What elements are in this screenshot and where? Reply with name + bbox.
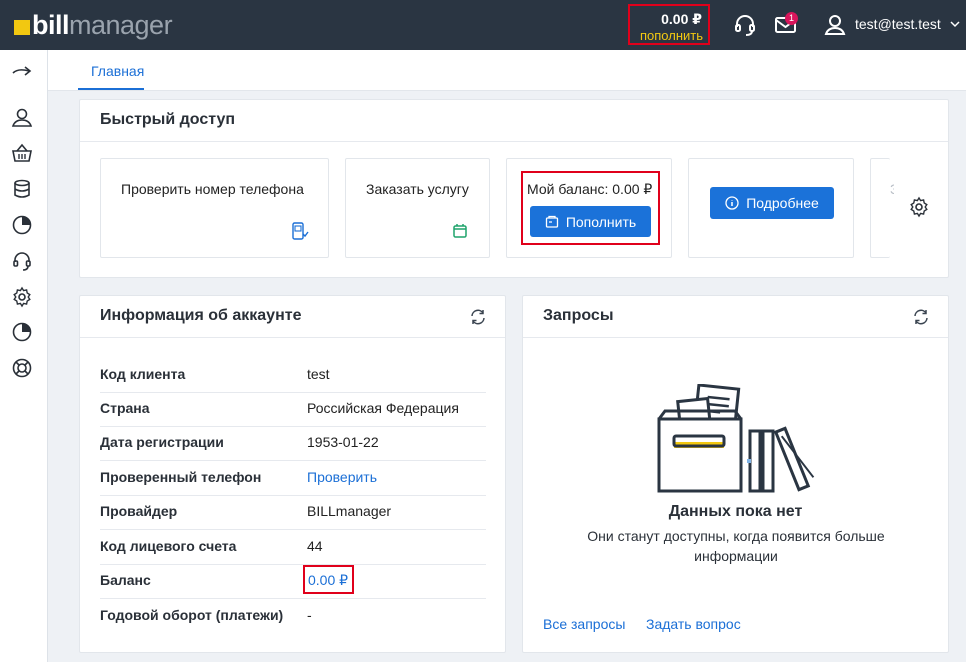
account-info-title: Информация об аккаунте <box>100 307 302 324</box>
sidebar-account-icon[interactable] <box>11 106 33 128</box>
tile-check-phone-label: Проверить номер телефона <box>121 181 304 197</box>
empty-state-title: Данных пока нет <box>668 503 803 520</box>
user-icon[interactable] <box>822 12 848 38</box>
requests-card: Запросы Данных пока нет Они станут досту… <box>522 295 949 653</box>
requests-title: Запросы <box>543 307 614 324</box>
highlight-balance-tile <box>521 171 660 245</box>
header-balance-amount: 0.00 ₽ <box>661 11 702 27</box>
notification-badge: 1 <box>785 12 798 25</box>
chevron-down-icon[interactable] <box>950 20 960 28</box>
header-balance[interactable]: 0.00 ₽ пополнить <box>628 4 710 45</box>
top-bar: bill manager 0.00 ₽ пополнить 1 test@test… <box>0 0 966 50</box>
info-value: Российская Федерация <box>307 400 459 416</box>
card-divider <box>80 141 948 142</box>
info-row-balance: Баланс 0.00 ₽ <box>100 564 486 599</box>
info-row-registration-date: Дата регистрации 1953-01-22 <box>100 426 486 461</box>
gear-icon[interactable] <box>908 196 930 218</box>
info-row-verified-phone: Проверенный телефон Проверить <box>100 461 486 496</box>
logo-bill: bill <box>32 9 70 40</box>
info-row-annual-turnover: Годовой оборот (платежи) - <box>100 599 486 633</box>
info-label: Баланс <box>100 572 151 588</box>
database-icon[interactable] <box>11 178 33 200</box>
card-divider <box>80 337 505 338</box>
verify-phone-link[interactable]: Проверить <box>307 469 377 485</box>
cart-icon <box>453 224 467 238</box>
logo-manager: manager <box>69 9 173 40</box>
gear-icon[interactable] <box>11 286 33 308</box>
details-button[interactable]: Подробнее <box>710 187 834 219</box>
tile-order-service[interactable]: Заказать услугу <box>345 158 490 258</box>
logo[interactable]: bill manager <box>14 9 173 40</box>
tile-details: Подробнее <box>688 158 854 258</box>
refresh-icon[interactable] <box>469 308 487 326</box>
info-row-provider: Провайдер BILLmanager <box>100 495 486 530</box>
info-value: test <box>307 366 330 382</box>
tile-check-phone[interactable]: Проверить номер телефона <box>100 158 329 258</box>
info-row-account-code: Код лицевого счета 44 <box>100 530 486 565</box>
tile-partial[interactable]: З <box>870 158 894 258</box>
info-value: BILLmanager <box>307 503 392 519</box>
basket-icon[interactable] <box>11 142 33 164</box>
info-label: Код клиента <box>100 366 186 382</box>
refresh-icon[interactable] <box>912 308 930 326</box>
tile-partial-label: З <box>890 181 894 197</box>
sidebar <box>0 50 48 662</box>
details-button-label: Подробнее <box>746 195 819 211</box>
ask-question-link[interactable]: Задать вопрос <box>646 616 741 632</box>
account-info-card: Информация об аккаунте Код клиента test … <box>79 295 506 653</box>
empty-state-subtitle: Они станут доступны, когда появится боль… <box>587 528 885 564</box>
tab-home[interactable]: Главная <box>91 63 144 79</box>
info-label: Код лицевого счета <box>100 538 237 554</box>
collapse-arrow-icon[interactable] <box>11 61 33 83</box>
card-divider <box>523 337 948 338</box>
header-topup-link[interactable]: пополнить <box>640 28 703 43</box>
info-value: 1953-01-22 <box>307 434 379 450</box>
all-requests-link[interactable]: Все запросы <box>543 616 625 632</box>
info-label: Провайдер <box>100 503 178 519</box>
tab-bar: Главная <box>48 50 966 91</box>
info-icon <box>725 196 739 210</box>
info-label: Годовой оборот (платежи) <box>100 607 284 623</box>
highlight-balance-value <box>303 565 354 594</box>
empty-box-illustration <box>657 384 815 493</box>
lifebuoy-icon[interactable] <box>11 357 33 379</box>
pie-chart-icon[interactable] <box>11 214 33 236</box>
quick-access-card: Быстрый доступ Проверить номер телефона … <box>79 99 949 278</box>
pie-chart-icon[interactable] <box>11 321 33 343</box>
info-value: - <box>307 607 312 623</box>
tile-order-service-label: Заказать услугу <box>366 181 469 197</box>
logo-mark <box>14 19 30 35</box>
phone-check-icon <box>292 222 309 240</box>
support-headset-icon[interactable] <box>11 250 33 272</box>
info-value: 44 <box>307 538 323 554</box>
tab-active-indicator <box>78 88 144 90</box>
info-label: Проверенный телефон <box>100 469 262 485</box>
quick-access-title: Быстрый доступ <box>100 111 236 128</box>
info-row-client-code: Код клиента test <box>100 358 486 393</box>
info-label: Страна <box>100 400 150 416</box>
info-label: Дата регистрации <box>100 434 224 450</box>
support-headset-icon[interactable] <box>732 12 758 38</box>
info-row-country: Страна Российская Федерация <box>100 392 486 427</box>
user-menu-label[interactable]: test@test.test <box>855 16 941 32</box>
